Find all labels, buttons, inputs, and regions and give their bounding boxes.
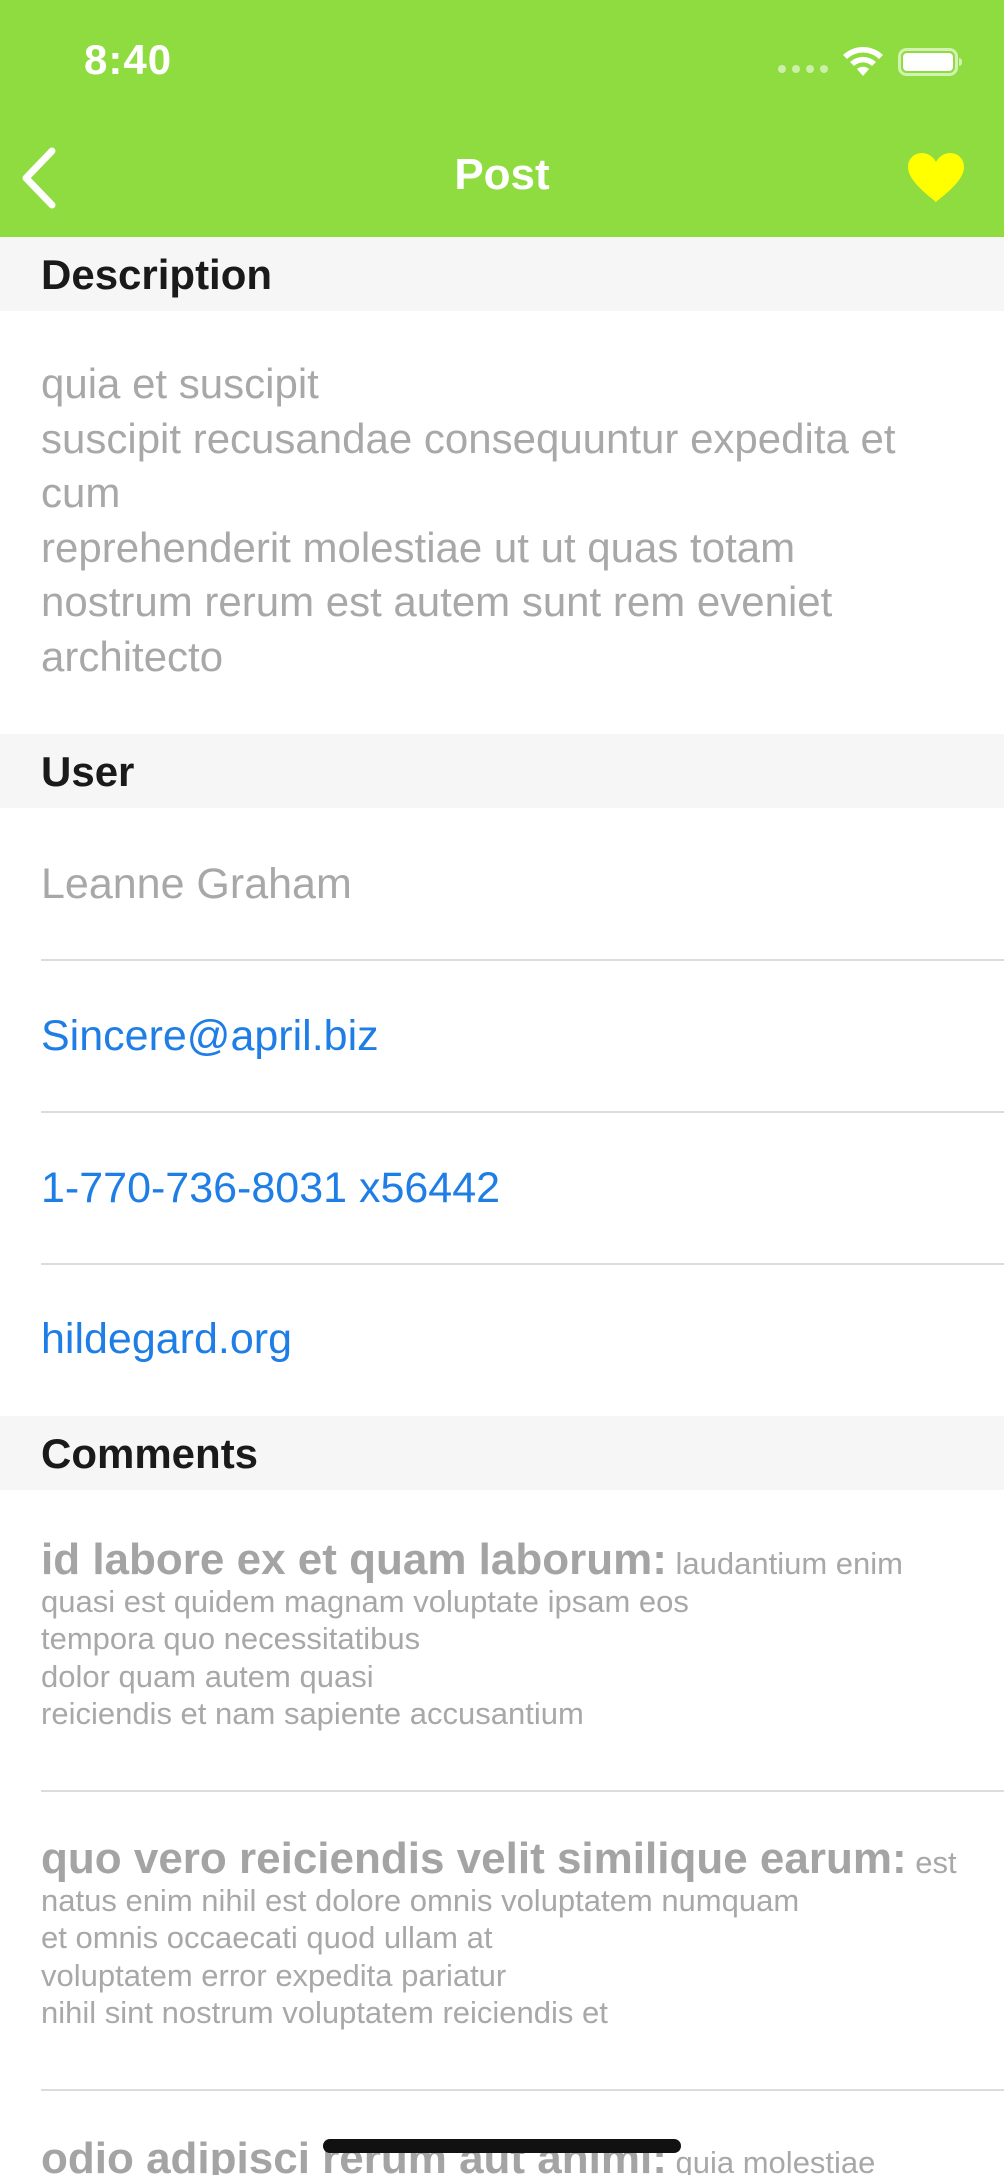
post-detail-screen: 8:40 Post Description quia et suscipit s… xyxy=(0,0,1004,2175)
section-title-comments: Comments xyxy=(41,1430,259,1477)
battery-icon xyxy=(898,48,962,76)
divider xyxy=(41,1790,1004,1792)
user-email-link[interactable]: Sincere@april.biz xyxy=(41,1010,1004,1062)
comment-title: id labore ex et quam laborum: xyxy=(41,1535,667,1584)
signal-dots-icon xyxy=(778,51,828,73)
comment-item[interactable]: id labore ex et quam laborum: laudantium… xyxy=(41,1538,981,1733)
divider xyxy=(41,959,1004,961)
status-time: 8:40 xyxy=(84,36,173,83)
status-icons xyxy=(778,44,964,80)
section-header-comments: Comments xyxy=(0,1416,1004,1490)
navigation-header: 8:40 Post xyxy=(0,0,1004,237)
page-title: Post xyxy=(454,150,550,199)
divider xyxy=(41,1263,1004,1265)
comment-item[interactable]: quo vero reiciendis velit similique earu… xyxy=(41,1837,981,2032)
section-header-user: User xyxy=(0,734,1004,808)
home-indicator[interactable] xyxy=(323,2139,681,2153)
wifi-icon xyxy=(843,47,883,76)
comment-body: quia molestiae xyxy=(675,2145,876,2175)
heart-icon[interactable] xyxy=(906,152,966,204)
section-header-description: Description xyxy=(0,237,1004,311)
comment-title: quo vero reiciendis velit similique earu… xyxy=(41,1834,907,1883)
section-title-user: User xyxy=(41,748,135,795)
section-title-description: Description xyxy=(41,251,273,298)
user-name: Leanne Graham xyxy=(41,860,352,908)
user-website-link[interactable]: hildegard.org xyxy=(41,1313,1004,1365)
divider xyxy=(41,1111,1004,1113)
description-body: quia et suscipit suscipit recusandae con… xyxy=(41,360,896,680)
user-phone-link[interactable]: 1-770-736-8031 x56442 xyxy=(41,1162,1004,1214)
divider xyxy=(41,2089,1004,2091)
